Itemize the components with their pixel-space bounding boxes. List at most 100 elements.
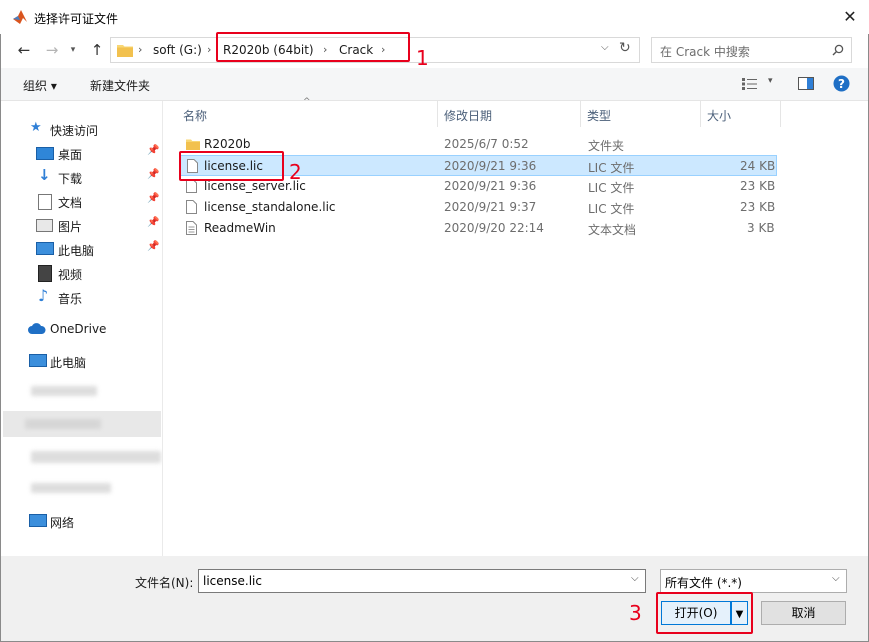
column-header-date[interactable]: 修改日期: [444, 107, 492, 124]
file-size: 23 KB: [740, 200, 776, 214]
column-header-name[interactable]: 名称: [183, 107, 207, 124]
file-type: LIC 文件: [588, 161, 635, 175]
filetype-select[interactable]: 所有文件 (*.*) ⌵: [660, 569, 847, 593]
annotation-number-3: 3: [629, 601, 642, 625]
network-icon: [29, 514, 47, 527]
download-arrow-icon: ↓: [38, 166, 51, 184]
matlab-logo-icon: [13, 10, 27, 24]
folder-icon: [186, 139, 200, 150]
view-options-icon[interactable]: [742, 78, 760, 90]
file-name: license_standalone.lic: [204, 200, 336, 214]
picture-icon: [36, 219, 53, 232]
navigation-pane: ★ 快速访问 桌面 📌 ↓ 下载 📌 文档 📌 图片 📌 此电脑 📌 视频 ♪ …: [1, 101, 161, 556]
up-arrow-icon[interactable]: ↑: [87, 40, 107, 60]
search-icon[interactable]: [832, 44, 844, 56]
annotation-box-path: [216, 32, 410, 62]
filetype-chevron-icon[interactable]: ⌵: [832, 573, 840, 584]
file-name: ReadmeWin: [204, 221, 276, 235]
new-folder-button[interactable]: 新建文件夹: [90, 77, 150, 94]
desktop-icon: [36, 147, 54, 160]
address-dropdown-chevron-icon[interactable]: ⌵: [601, 42, 609, 53]
music-note-icon: ♪: [38, 286, 49, 305]
window-title: 选择许可证文件: [34, 12, 119, 26]
file-date: 2020/9/20 22:14: [444, 221, 544, 235]
file-size: 24 KB: [740, 159, 776, 173]
file-size: 3 KB: [747, 221, 775, 235]
nav-videos[interactable]: 视频: [1, 261, 161, 285]
annotation-number-2: 2: [289, 160, 302, 184]
file-icon: [186, 200, 197, 214]
text-document-icon: [186, 221, 197, 235]
pin-icon[interactable]: 📌: [147, 145, 159, 156]
nav-this-pc[interactable]: 此电脑: [1, 349, 161, 373]
file-row-readmewin[interactable]: ReadmeWin 2020/9/20 22:14 文本文档 3 KB: [179, 218, 777, 239]
file-type: LIC 文件: [588, 181, 635, 195]
redacted-drive: [31, 386, 97, 396]
crumb-separator-icon: ›: [207, 43, 212, 56]
file-date: 2020/9/21 9:37: [444, 200, 537, 214]
svg-text:?: ?: [838, 77, 845, 91]
video-icon: [38, 265, 52, 282]
file-name: R2020b: [204, 137, 251, 151]
pin-icon[interactable]: 📌: [147, 241, 159, 252]
nav-onedrive[interactable]: OneDrive: [1, 317, 161, 341]
file-icon: [186, 179, 197, 193]
computer-icon: [36, 242, 54, 255]
column-header-size[interactable]: 大小: [707, 107, 731, 124]
column-divider[interactable]: [700, 101, 701, 127]
redacted-drive: [25, 419, 101, 429]
view-options-chevron-icon[interactable]: ▾: [768, 76, 773, 86]
onedrive-cloud-icon: [28, 323, 46, 334]
title-bar: 选择许可证文件 ✕: [0, 0, 869, 34]
crumb-separator-icon: ›: [138, 43, 143, 56]
file-row-license-standalone[interactable]: license_standalone.lic 2020/9/21 9:37 LI…: [179, 197, 777, 218]
nav-network[interactable]: 网络: [1, 509, 161, 533]
pin-icon[interactable]: 📌: [147, 169, 159, 180]
search-box[interactable]: 在 Crack 中搜索: [651, 37, 852, 63]
close-icon[interactable]: ✕: [838, 5, 862, 29]
file-date: 2020/9/21 9:36: [444, 179, 537, 193]
refresh-icon[interactable]: ↻: [619, 40, 631, 56]
recent-locations-chevron-icon[interactable]: ▾: [63, 40, 83, 60]
organize-button[interactable]: 组织 ▾: [23, 77, 57, 94]
nav-pictures[interactable]: 图片 📌: [1, 213, 161, 237]
file-type: 文件夹: [588, 139, 625, 153]
annotation-box-file: [179, 151, 284, 181]
nav-downloads[interactable]: ↓ 下载 📌: [1, 165, 161, 189]
nav-desktop[interactable]: 桌面 📌: [1, 141, 161, 165]
nav-this-pc-pinned[interactable]: 此电脑 📌: [1, 237, 161, 261]
annotation-number-1: 1: [416, 46, 429, 70]
document-icon: [38, 194, 52, 210]
sort-ascending-icon: ^: [303, 97, 311, 107]
star-icon: ★: [30, 120, 42, 135]
back-arrow-icon[interactable]: ←: [14, 40, 34, 60]
column-header-type[interactable]: 类型: [587, 107, 611, 124]
annotation-box-open: [656, 592, 753, 634]
pin-icon[interactable]: 📌: [147, 193, 159, 204]
filename-dropdown-chevron-icon[interactable]: ⌵: [631, 573, 639, 584]
filename-label: 文件名(N):: [135, 576, 194, 590]
cancel-button[interactable]: 取消: [761, 601, 846, 625]
help-icon[interactable]: ?: [833, 75, 850, 92]
file-size: 23 KB: [740, 179, 776, 193]
filetype-value: 所有文件 (*.*): [665, 576, 742, 590]
file-type: 文本文档: [588, 223, 637, 237]
nav-documents[interactable]: 文档 📌: [1, 189, 161, 213]
search-placeholder: 在 Crack 中搜索: [660, 45, 750, 59]
column-divider[interactable]: [780, 101, 781, 127]
nav-music[interactable]: ♪ 音乐: [1, 285, 161, 309]
forward-arrow-icon[interactable]: →: [42, 40, 62, 60]
file-date: 2025/6/7 0:52: [444, 137, 529, 151]
column-divider[interactable]: [580, 101, 581, 127]
file-type: LIC 文件: [588, 202, 635, 216]
pin-icon[interactable]: 📌: [147, 217, 159, 228]
filename-input[interactable]: license.lic ⌵: [198, 569, 646, 593]
preview-pane-icon[interactable]: [798, 77, 814, 90]
nav-quick-access[interactable]: ★ 快速访问: [1, 117, 161, 141]
file-date: 2020/9/21 9:36: [444, 159, 537, 173]
crumb-drive[interactable]: soft (G:): [153, 43, 202, 57]
filename-value: license.lic: [203, 574, 262, 588]
computer-icon: [29, 354, 47, 367]
column-divider[interactable]: [437, 101, 438, 127]
command-bar: 组织 ▾ 新建文件夹 ▾ ?: [1, 68, 868, 101]
